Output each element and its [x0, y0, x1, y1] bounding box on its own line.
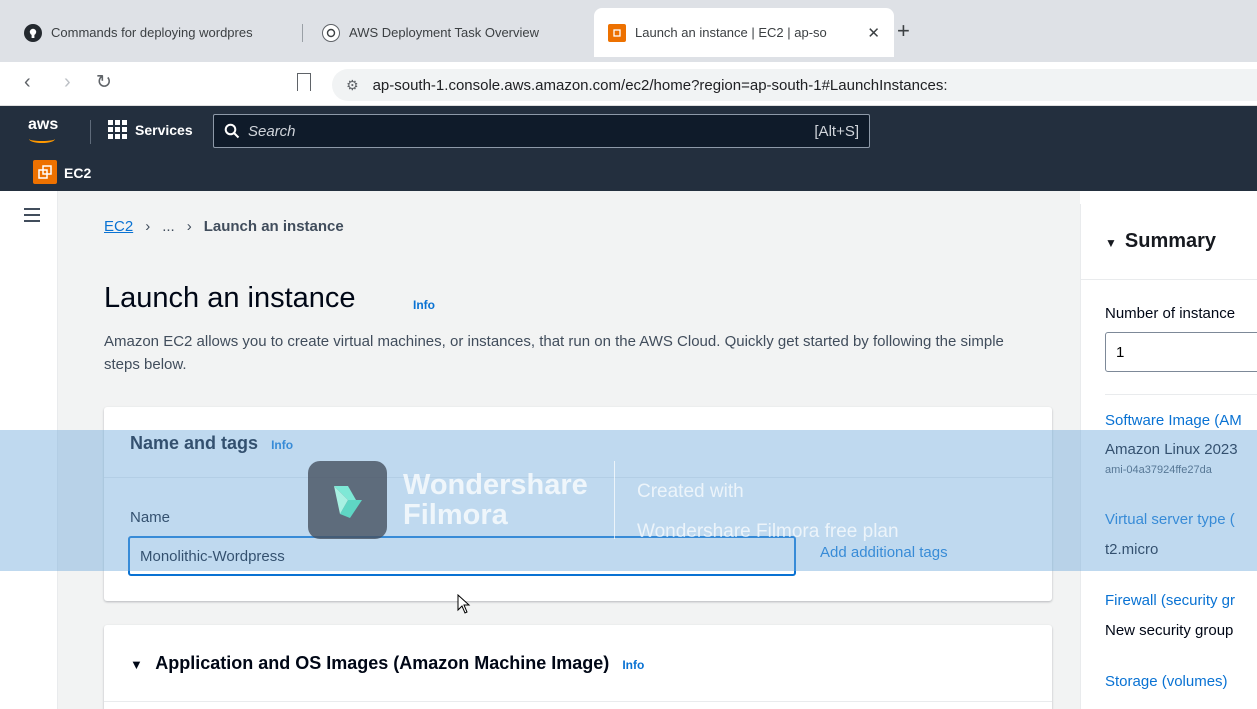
aws-smile-icon: [29, 135, 55, 143]
tab-label: Launch an instance | EC2 | ap-so: [635, 25, 827, 40]
reload-icon[interactable]: ↻: [96, 71, 112, 94]
chevron-right-icon: ›: [186, 218, 192, 235]
storage-link[interactable]: Storage (volumes): [1105, 673, 1228, 690]
page-title: Launch an instance: [104, 282, 356, 314]
close-icon[interactable]: ✕: [867, 24, 880, 42]
github-icon: [24, 23, 42, 42]
nav-divider: [90, 120, 91, 144]
application-os-images-card: ▼ Application and OS Images (Amazon Mach…: [104, 625, 1052, 709]
ec2-service-icon[interactable]: [33, 160, 57, 184]
services-label: Services: [135, 121, 193, 138]
browser-toolbar: ‹ › ↻ ⚙ ap-south-1.console.aws.amazon.co…: [0, 62, 1257, 106]
watermark-brand-line: Filmora: [403, 499, 508, 531]
url-text: ap-south-1.console.aws.amazon.com/ec2/ho…: [372, 76, 948, 94]
watermark-created-line: Wondershare Filmora free plan: [637, 521, 899, 542]
summary-title-text: Summary: [1124, 230, 1217, 252]
watermark-brand: Wondershare Filmora: [403, 470, 588, 530]
page-description: Amazon EC2 allows you to create virtual …: [104, 333, 1004, 373]
forward-icon[interactable]: ›: [64, 71, 71, 94]
tab-separator: [302, 24, 303, 42]
firewall-link[interactable]: Firewall (security gr: [1105, 592, 1235, 609]
aws-search-input[interactable]: Search [Alt+S]: [213, 114, 870, 148]
tab-commands-wordpress[interactable]: Commands for deploying wordpres: [10, 8, 300, 57]
menu-icon[interactable]: [24, 208, 40, 226]
breadcrumb-current: Launch an instance: [203, 218, 344, 235]
caret-down-icon: ▼: [130, 657, 143, 672]
search-placeholder: Search: [248, 122, 296, 140]
instance-count-input[interactable]: [1105, 332, 1257, 372]
card-heading[interactable]: ▼ Application and OS Images (Amazon Mach…: [130, 653, 644, 674]
browser-tab-strip: Commands for deploying wordpres AWS Depl…: [0, 0, 1257, 62]
breadcrumb-ec2-link[interactable]: EC2: [104, 218, 133, 235]
breadcrumb: EC2 › ... › Launch an instance: [104, 218, 344, 235]
summary-title[interactable]: ▼ Summary: [1105, 230, 1216, 253]
services-button[interactable]: Services: [108, 120, 193, 139]
tab-aws-deployment-overview[interactable]: AWS Deployment Task Overview: [308, 8, 583, 57]
site-settings-icon[interactable]: ⚙: [346, 77, 359, 94]
card-heading-text: Application and OS Images (Amazon Machin…: [155, 653, 610, 673]
aws-logo-text: aws: [28, 116, 59, 133]
filmora-logo-icon: [308, 461, 387, 539]
watermark-divider: [614, 461, 615, 539]
ec2-service-label[interactable]: EC2: [64, 165, 91, 181]
watermark-created-line: Created with: [637, 481, 744, 502]
info-link[interactable]: Info: [622, 658, 644, 672]
software-image-link[interactable]: Software Image (AM: [1105, 412, 1242, 429]
chatgpt-icon: [322, 23, 340, 42]
tab-label: Commands for deploying wordpres: [51, 25, 253, 40]
mouse-cursor-icon: [457, 594, 471, 614]
card-divider: [104, 701, 1052, 702]
aws-logo[interactable]: aws: [28, 116, 59, 143]
chevron-right-icon: ›: [145, 218, 151, 235]
info-link[interactable]: Info: [413, 298, 435, 312]
tab-launch-instance[interactable]: Launch an instance | EC2 | ap-so ✕: [594, 8, 894, 57]
watermark-brand-line: Wondershare: [403, 469, 588, 501]
bookmark-icon[interactable]: [297, 73, 311, 91]
watermark-created: Created with Wondershare Filmora free pl…: [637, 472, 899, 552]
aws-console-header: aws Services Search [Alt+S] EC2: [0, 106, 1257, 191]
new-tab-icon[interactable]: +: [897, 18, 910, 44]
services-grid-icon: [108, 120, 127, 139]
caret-down-icon: ▼: [1105, 236, 1117, 250]
tab-label: AWS Deployment Task Overview: [349, 25, 540, 40]
breadcrumb-ellipsis[interactable]: ...: [162, 218, 175, 235]
firewall-value: New security group: [1105, 622, 1234, 639]
ec2-icon: [608, 23, 626, 42]
instances-label: Number of instance: [1105, 305, 1236, 322]
search-shortcut: [Alt+S]: [814, 122, 859, 140]
summary-divider: [1105, 394, 1257, 395]
search-icon: [224, 123, 240, 139]
address-bar[interactable]: ⚙ ap-south-1.console.aws.amazon.com/ec2/…: [332, 69, 1257, 101]
watermark-band: [0, 430, 1257, 571]
back-icon[interactable]: ‹: [24, 71, 31, 94]
